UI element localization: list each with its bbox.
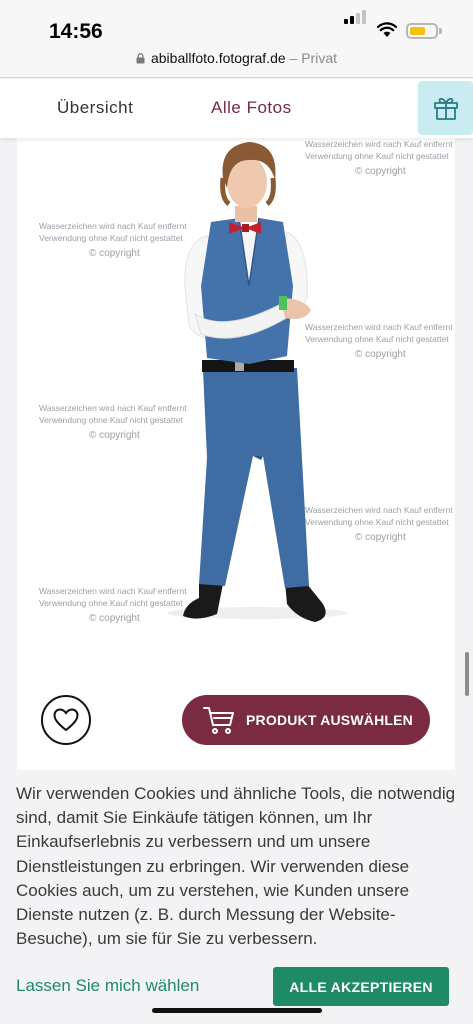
- url-separator: –: [289, 50, 298, 66]
- tab-overview[interactable]: Übersicht: [57, 98, 133, 118]
- tab-all-photos[interactable]: Alle Fotos: [211, 98, 292, 118]
- person-figure: [167, 142, 347, 622]
- battery-icon: [406, 23, 442, 39]
- url-bar[interactable]: abiballfoto.fotograf.de – Privat: [0, 50, 473, 66]
- product-photo[interactable]: Wasserzeichen wird nach Kauf entfernt Ver…: [17, 138, 455, 671]
- select-product-label: PRODUKT AUSWÄHLEN: [246, 712, 413, 728]
- cookie-banner: Wir verwenden Cookies und ähnliche Tools…: [0, 770, 473, 1024]
- accept-all-button[interactable]: ALLE AKZEPTIEREN: [273, 967, 449, 1006]
- heart-icon: [53, 708, 79, 732]
- wifi-icon: [377, 22, 397, 37]
- cart-icon: [203, 707, 234, 734]
- privacy-label: Privat: [301, 50, 338, 66]
- status-bar: 14:56 abiballfoto.fotograf.de – Privat: [0, 0, 473, 78]
- cookie-text: Wir verwenden Cookies und ähnliche Tools…: [16, 784, 456, 949]
- home-indicator: [152, 1008, 322, 1013]
- product-actions: PRODUKT AUSWÄHLEN: [17, 671, 455, 770]
- url-text: abiballfoto.fotograf.de: [150, 50, 286, 66]
- gift-icon: [433, 97, 458, 120]
- lock-icon: [136, 53, 145, 64]
- top-nav: Übersicht Alle Fotos: [0, 79, 473, 138]
- status-time: 14:56: [49, 20, 103, 43]
- product-card: Wasserzeichen wird nach Kauf entfernt Ver…: [17, 138, 455, 770]
- choose-cookies-link[interactable]: Lassen Sie mich wählen: [16, 976, 199, 996]
- favorite-button[interactable]: [41, 695, 91, 745]
- gift-button[interactable]: [418, 81, 473, 135]
- scrollbar[interactable]: [465, 652, 469, 696]
- select-product-button[interactable]: PRODUKT AUSWÄHLEN: [182, 695, 430, 745]
